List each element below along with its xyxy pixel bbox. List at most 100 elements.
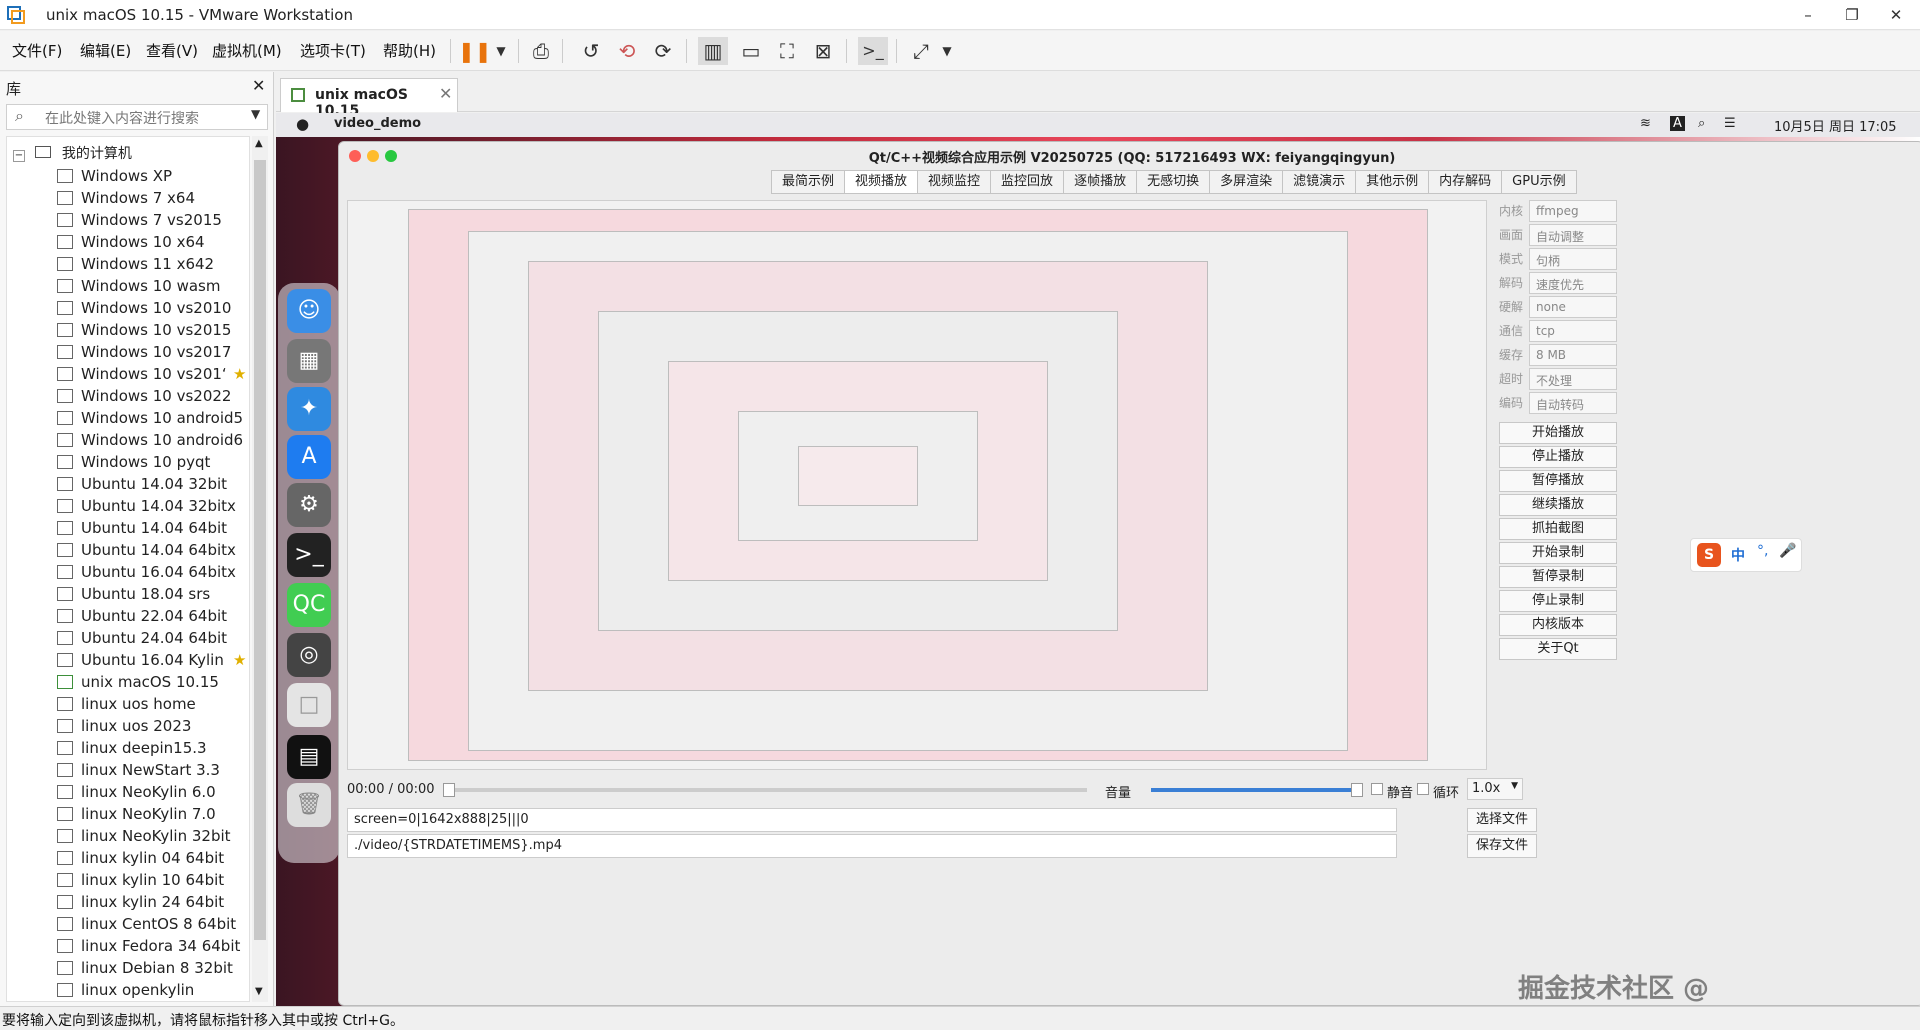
ime-mode-icon[interactable]: 中	[1731, 545, 1745, 565]
snapshot-manager-icon[interactable]: ⟳	[648, 37, 678, 65]
scroll-down-icon[interactable]: ▼	[255, 986, 263, 997]
control-button[interactable]: 暂停播放	[1499, 470, 1617, 492]
vm-list-item[interactable]: Windows 10 x64	[57, 231, 243, 253]
app-tab[interactable]: 其他示例	[1356, 170, 1430, 194]
save-path-input[interactable]: ./video/{STRDATETIMEMS}.mp4	[347, 834, 1397, 858]
setting-select[interactable]: none	[1529, 296, 1617, 318]
control-button[interactable]: 继续播放	[1499, 494, 1617, 516]
vm-tab[interactable]: unix macOS 10.15 ✕	[280, 78, 458, 119]
menu-tabs[interactable]: 选项卡(T)	[300, 40, 366, 61]
full-screen-icon[interactable]: ⛶	[772, 37, 802, 65]
vm-list-item[interactable]: Ubuntu 14.04 64bit	[57, 517, 243, 539]
setting-select[interactable]: 不处理	[1529, 368, 1617, 390]
vm-list-item[interactable]: linux kylin 04 64bit	[57, 847, 243, 869]
vm-list-item[interactable]: Windows 10 vs2022	[57, 385, 243, 407]
spotlight-icon[interactable]: ⌕	[1698, 116, 1705, 131]
setting-select[interactable]: 速度优先	[1529, 272, 1617, 294]
stretch-dropdown-icon[interactable]: ▼	[932, 37, 962, 65]
vm-list-item[interactable]: Ubuntu 14.04 32bit	[57, 473, 243, 495]
setting-select[interactable]: 8 MB	[1529, 344, 1617, 366]
control-button[interactable]: 停止播放	[1499, 446, 1617, 468]
save-file-button[interactable]: 保存文件	[1467, 834, 1537, 858]
app-tab[interactable]: 视频监控	[918, 170, 992, 194]
unity-icon[interactable]: ⊠	[808, 37, 838, 65]
search-dropdown-icon[interactable]: ▼	[251, 107, 260, 121]
setting-select[interactable]: tcp	[1529, 320, 1617, 342]
scrollbar-thumb[interactable]	[254, 160, 266, 940]
setting-select[interactable]: 自动转码	[1529, 392, 1617, 414]
scroll-up-icon[interactable]: ▲	[255, 138, 263, 149]
console-view-icon[interactable]: >_	[858, 37, 888, 65]
system-preferences-icon[interactable]: ⚙	[287, 483, 331, 527]
setting-select[interactable]: 句柄	[1529, 248, 1617, 270]
setting-select[interactable]: 自动调整	[1529, 224, 1617, 246]
vm-list-item[interactable]: linux kylin 10 64bit	[57, 869, 243, 891]
vm-list-item[interactable]: Ubuntu 24.04 64bit	[57, 627, 243, 649]
app-tab[interactable]: 滤镜演示	[1283, 170, 1357, 194]
loop-checkbox[interactable]	[1417, 783, 1429, 795]
qt-creator-icon[interactable]: QC	[287, 583, 331, 627]
vm-list-item[interactable]: Windows 10 vs2017	[57, 341, 243, 363]
speed-select[interactable]: 1.0x ▼	[1467, 778, 1523, 800]
app-tab[interactable]: 无感切换	[1137, 170, 1211, 194]
vm-list-item[interactable]: linux kylin 24 64bit	[57, 891, 243, 913]
app-tab[interactable]: 多屏渲染	[1210, 170, 1284, 194]
vm-list-item[interactable]: Windows 10 pyqt	[57, 451, 243, 473]
app-tab[interactable]: 视频播放	[845, 170, 919, 194]
progress-handle[interactable]	[443, 783, 455, 797]
vm-list-item[interactable]: linux NewStart 3.3	[57, 759, 243, 781]
vm-list-item[interactable]: Windows 10 vs201‘ ★	[57, 363, 246, 385]
vm-list-item[interactable]: linux Fedora 34 64bit	[57, 935, 243, 957]
vm-list-item[interactable]: Windows 10 android6	[57, 429, 243, 451]
favorite-star-icon[interactable]: ★	[233, 363, 246, 385]
vm-list-item[interactable]: Windows 10 wasm	[57, 275, 243, 297]
maximize-button[interactable]: ❐	[1830, 2, 1874, 28]
vm-list-item[interactable]: linux NeoKylin 7.0	[57, 803, 243, 825]
control-button[interactable]: 内核版本	[1499, 614, 1617, 636]
vm-list-item[interactable]: linux deepin15.3	[57, 737, 243, 759]
input-source-icon[interactable]: A	[1670, 116, 1685, 131]
quicktime-icon[interactable]: ◎	[287, 633, 331, 677]
library-search-input[interactable]: ⌕ 在此处键入内容进行搜索 ▼	[6, 104, 268, 130]
control-button[interactable]: 停止录制	[1499, 590, 1617, 612]
vm-list-item[interactable]: linux CentOS 8 64bit	[57, 913, 243, 935]
volume-slider[interactable]	[1151, 783, 1363, 797]
progress-slider[interactable]	[443, 783, 1087, 797]
vm-list-item[interactable]: Windows 10 vs2015	[57, 319, 243, 341]
vm-list-item[interactable]: linux Debian 8 32bit	[57, 957, 243, 979]
mac-active-app[interactable]: video_demo	[334, 116, 421, 131]
library-close-icon[interactable]: ✕	[252, 76, 265, 95]
console-icon[interactable]: ▤	[287, 735, 331, 779]
mute-checkbox[interactable]	[1371, 783, 1383, 795]
finder-icon[interactable]: ☺	[287, 289, 331, 333]
vm-list-item[interactable]: Ubuntu 22.04 64bit	[57, 605, 243, 627]
wifi-icon[interactable]: ≋	[1640, 116, 1651, 131]
tree-root[interactable]: − 我的计算机	[13, 143, 132, 163]
control-button[interactable]: 关于Qt	[1499, 638, 1617, 660]
vm-list-item[interactable]: linux uos home	[57, 693, 243, 715]
vm-list-item[interactable]: linux openkylin	[57, 979, 243, 1001]
thumbnail-bar-icon[interactable]: ▭	[736, 37, 766, 65]
control-button[interactable]: 暂停录制	[1499, 566, 1617, 588]
app-tab[interactable]: GPU示例	[1502, 170, 1577, 194]
ime-toolbar[interactable]: S 中 °, 🎤	[1690, 538, 1802, 572]
app-tab[interactable]: 逐帧播放	[1064, 170, 1138, 194]
vm-list-item[interactable]: Ubuntu 18.04 srs	[57, 583, 243, 605]
guest-screen[interactable]: ● video_demo ≋ A ⌕ ☰ 10月5日 周日 17:05 ☺ ▦ …	[276, 113, 1920, 1006]
trash-icon[interactable]: 🗑	[287, 783, 331, 827]
control-button[interactable]: 开始播放	[1499, 422, 1617, 444]
vm-list-item[interactable]: Windows XP	[57, 165, 243, 187]
vm-list-item[interactable]: linux NeoKylin 32bit	[57, 825, 243, 847]
vm-list-item[interactable]: Windows 10 android5	[57, 407, 243, 429]
vm-list-item[interactable]: linux uos 2023	[57, 715, 243, 737]
safari-icon[interactable]: ✦	[287, 387, 331, 431]
vm-list-item[interactable]: Ubuntu 14.04 64bitx	[57, 539, 243, 561]
ime-voice-icon[interactable]: 🎤	[1779, 543, 1796, 559]
menu-vm[interactable]: 虚拟机(M)	[212, 40, 282, 61]
apple-icon[interactable]: ●	[296, 115, 309, 133]
revert-snapshot-icon[interactable]: ⟲	[612, 37, 642, 65]
send-ctrl-alt-del-icon[interactable]: ⎙	[526, 37, 556, 65]
vm-list-item[interactable]: linux NeoKylin 6.0	[57, 781, 243, 803]
menu-edit[interactable]: 编辑(E)	[80, 40, 131, 61]
vm-tab-close-icon[interactable]: ✕	[439, 84, 452, 103]
